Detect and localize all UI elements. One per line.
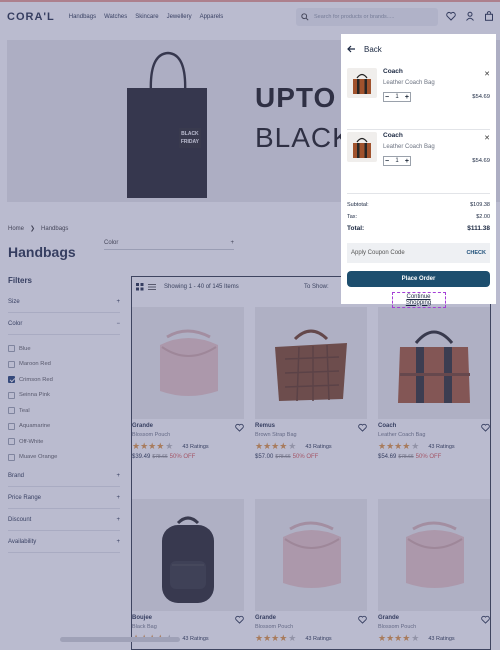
- tax-label: Tax:: [347, 213, 358, 220]
- quantity-stepper: − 1 +: [383, 92, 411, 102]
- increment-button[interactable]: +: [405, 94, 409, 101]
- cart-drawer: Back Coach Leather Coach Bag − 1 + $54.6…: [341, 34, 496, 308]
- back-label: Back: [364, 44, 382, 54]
- tax-value: $2.00: [476, 213, 490, 220]
- quantity-value: 1: [395, 158, 399, 164]
- decrement-button[interactable]: −: [385, 158, 389, 165]
- cart-item-subtitle: Leather Coach Bag: [383, 80, 435, 86]
- total-row: Total: $111.38: [347, 225, 490, 237]
- cart-item-price: $54.69: [472, 158, 490, 164]
- arrow-left-icon: [347, 45, 355, 53]
- cart-item-price: $54.69: [472, 94, 490, 100]
- coach-bag-thumbnail: [353, 137, 371, 158]
- remove-item-close-icon[interactable]: ✕: [484, 70, 490, 78]
- remove-item-close-icon[interactable]: ✕: [484, 134, 490, 142]
- total-value: $111.38: [467, 225, 490, 232]
- cart-item-name: Coach: [383, 68, 403, 75]
- cart-item: Coach Leather Coach Bag − 1 + $54.69 ✕: [347, 68, 490, 130]
- subtotal-label: Subtotal:: [347, 202, 369, 208]
- coupon-input[interactable]: Apply Coupon Code CHECK: [347, 242, 490, 263]
- order-totals: Subtotal: $109.38 Tax: $2.00 Total: $111.38: [347, 202, 490, 237]
- subtotal-row: Subtotal: $109.38: [347, 202, 490, 214]
- quantity-stepper: − 1 +: [383, 156, 411, 166]
- place-order-button[interactable]: Place Order: [347, 270, 490, 287]
- increment-button[interactable]: +: [405, 158, 409, 165]
- tax-row: Tax: $2.00: [347, 214, 490, 226]
- continue-shopping-link[interactable]: Continue Shopping: [391, 291, 446, 308]
- quantity-value: 1: [395, 94, 399, 100]
- cart-item: Coach Leather Coach Bag − 1 + $54.69 ✕: [347, 132, 490, 194]
- cart-item-image[interactable]: [347, 68, 377, 98]
- cart-item-name: Coach: [383, 132, 403, 139]
- cart-item-image[interactable]: [347, 132, 377, 162]
- subtotal-value: $109.38: [470, 202, 490, 208]
- decrement-button[interactable]: −: [385, 94, 389, 101]
- back-button[interactable]: Back: [347, 44, 490, 54]
- coupon-placeholder: Apply Coupon Code: [351, 249, 405, 256]
- coupon-check-button[interactable]: CHECK: [466, 250, 486, 256]
- total-label: Total:: [347, 225, 365, 232]
- cart-item-subtitle: Leather Coach Bag: [383, 144, 435, 150]
- coach-bag-thumbnail: [353, 73, 371, 94]
